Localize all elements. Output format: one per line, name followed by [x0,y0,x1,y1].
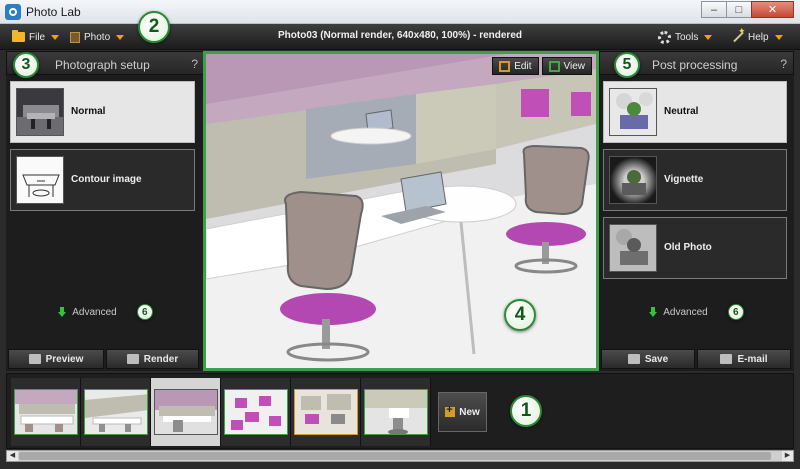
scroll-left-icon[interactable]: ◀ [7,451,18,461]
window-title: Photo Lab [26,5,81,19]
callout-badge-1: 1 [510,395,542,427]
email-label: E-mail [737,353,768,365]
setup-option-contour-image[interactable]: Contour image [10,149,195,211]
new-photo-button[interactable]: New [438,392,487,432]
callout-badge-6: 6 [727,304,744,320]
save-button[interactable]: Save [601,349,695,369]
edit-label: Edit [514,60,532,72]
thumbnail-image [609,224,657,272]
callout-badge-2: 2 [138,11,170,43]
camera-icon [28,354,41,364]
post-option-old-photo[interactable]: Old Photo [603,217,787,279]
thumbnail-image [609,88,657,136]
window-titlebar: Photo Lab – □ ✕ [0,0,800,24]
setup-option-normal[interactable]: Normal [10,81,195,143]
gear-icon [658,30,671,44]
option-label: Normal [71,106,106,117]
filmstrip-thumbnail[interactable] [151,378,221,446]
photo-filmstrip-area: New 1 [6,373,794,449]
file-menu[interactable]: File [12,29,60,45]
render-viewport[interactable]: Edit View [203,51,599,371]
help-menu-label: Help [748,31,769,43]
post-processing-panel: Post processing ? Neutral Vignette Old P… [599,51,794,371]
advanced-label: Advanced [663,306,708,318]
save-label: Save [644,353,669,365]
preview-label: Preview [45,353,84,365]
maximize-button[interactable]: □ [726,1,752,18]
disk-icon [627,354,640,364]
help-icon[interactable]: ? [191,57,198,71]
tools-menu-label: Tools [675,31,699,43]
rendered-photo [206,54,596,368]
photo-menu-label: Photo [84,31,111,43]
filmstrip-thumbnail[interactable] [291,378,361,446]
post-option-vignette[interactable]: Vignette [603,149,787,211]
close-button[interactable]: ✕ [751,1,794,18]
render-label: Render [143,353,179,365]
folder-icon [12,30,25,42]
option-label: Old Photo [664,242,712,253]
scroll-thumb[interactable] [19,452,771,460]
view-mode-button[interactable]: View [541,57,592,75]
scroll-right-icon[interactable]: ▶ [782,451,793,461]
minimize-button[interactable]: – [701,1,727,18]
preview-button[interactable]: Preview [8,349,104,369]
callout-badge-6: 6 [136,304,153,320]
render-icon [126,354,139,364]
file-menu-label: File [29,31,46,43]
advanced-toggle[interactable]: Advanced 6 [6,304,205,320]
chevron-down-icon [774,34,783,40]
main-menubar: Photo03 (Normal render, 640x480, 100%) -… [0,24,800,50]
filmstrip-thumbnail[interactable] [221,378,291,446]
option-label: Contour image [71,174,142,185]
advanced-label: Advanced [72,306,117,318]
view-icon [548,60,560,72]
panel-title: Photograph setup [55,58,150,72]
callout-badge-4: 4 [504,299,536,331]
filmstrip-thumbnail[interactable] [81,378,151,446]
email-icon [720,354,733,364]
viewport-mode-buttons: Edit View [492,57,592,75]
help-icon[interactable]: ? [780,57,787,71]
callout-badge-5: 5 [614,52,640,78]
chevron-down-icon [704,34,713,40]
filmstrip [11,378,431,446]
arrow-down-icon [58,307,67,317]
new-icon [445,404,456,417]
filmstrip-scrollbar[interactable]: ◀ ▶ [6,450,794,462]
panel-title: Post processing [652,58,738,72]
chevron-down-icon [51,34,60,40]
filmstrip-thumbnail[interactable] [361,378,431,446]
arrow-down-icon [649,307,658,317]
edit-icon [499,60,511,72]
chevron-down-icon [116,34,125,40]
thumbnail-image [16,88,64,136]
thumbnail-image [609,156,657,204]
post-option-neutral[interactable]: Neutral [603,81,787,143]
photograph-setup-panel: Photograph setup ? Normal Contour image … [6,51,205,371]
app-icon [5,4,21,20]
view-label: View [563,60,586,72]
tools-menu[interactable]: Tools [658,29,713,45]
callout-badge-3: 3 [13,52,39,78]
option-label: Vignette [664,174,704,185]
filmstrip-thumbnail[interactable] [11,378,81,446]
help-menu[interactable]: Help [730,26,783,45]
photo-icon [70,31,80,43]
render-button[interactable]: Render [106,349,199,369]
window-controls: – □ ✕ [701,1,794,18]
thumbnail-image [16,156,64,204]
edit-mode-button[interactable]: Edit [492,57,539,75]
email-button[interactable]: E-mail [697,349,791,369]
photo-menu[interactable]: Photo [70,29,125,45]
option-label: Neutral [664,106,699,117]
magic-wand-icon [730,26,746,44]
new-label: New [459,406,480,418]
advanced-toggle[interactable]: Advanced 6 [599,304,794,320]
